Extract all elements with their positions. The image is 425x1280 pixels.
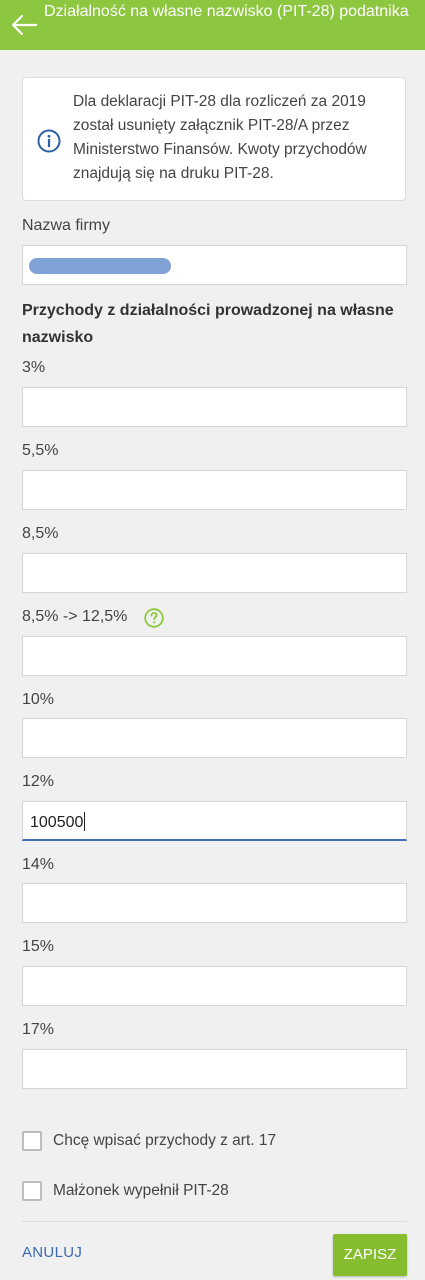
rate-label-17: 17% xyxy=(22,1021,55,1038)
save-button[interactable]: ZAPISZ xyxy=(333,1234,407,1276)
rate-label-8-5-12-5: 8,5% -> 12,5% xyxy=(22,608,128,625)
info-text: Dla deklaracji PIT-28 dla rozliczeń za 2… xyxy=(73,93,367,182)
company-name-label: Nazwa firmy xyxy=(22,217,111,234)
spouse-checkbox-label[interactable]: Małżonek wypełnił PIT-28 xyxy=(53,1182,229,1200)
help-icon[interactable] xyxy=(144,608,164,628)
divider xyxy=(22,1221,407,1222)
rate-input-3[interactable] xyxy=(22,387,407,427)
text-caret xyxy=(84,812,86,831)
info-icon xyxy=(37,129,61,153)
rate-label-14: 14% xyxy=(22,856,55,873)
redacted-value xyxy=(29,258,171,274)
rate-input-12[interactable]: 100500 xyxy=(22,801,407,841)
rate-input-14[interactable] xyxy=(22,883,407,923)
rate-input-10[interactable] xyxy=(22,718,407,758)
info-box: Dla deklaracji PIT-28 dla rozliczeń za 2… xyxy=(22,77,406,201)
app-bar: Działalność na własne nazwisko (PIT-28) … xyxy=(0,0,425,50)
rate-label-12: 12% xyxy=(22,773,55,790)
company-name-field[interactable] xyxy=(22,245,407,285)
rate-label-15: 15% xyxy=(22,938,55,955)
back-arrow-icon[interactable] xyxy=(10,13,38,37)
rate-label-10: 10% xyxy=(22,691,55,708)
rate-label-5-5: 5,5% xyxy=(22,442,59,459)
page-title: Działalność na własne nazwisko (PIT-28) … xyxy=(44,3,409,20)
spouse-checkbox[interactable] xyxy=(22,1181,42,1201)
rate-input-5-5[interactable] xyxy=(22,470,407,510)
rate-label-8-5: 8,5% xyxy=(22,525,59,542)
rate-input-8-5-12-5[interactable] xyxy=(22,636,407,676)
rate-input-15[interactable] xyxy=(22,966,407,1006)
rate-input-17[interactable] xyxy=(22,1049,407,1089)
section-title: Przychody z działalności prowadzonej na … xyxy=(22,302,394,346)
rate-input-8-5[interactable] xyxy=(22,553,407,593)
rate-label-3: 3% xyxy=(22,359,46,376)
art17-checkbox-label[interactable]: Chcę wpisać przychody z art. 17 xyxy=(53,1132,276,1150)
art17-checkbox[interactable] xyxy=(22,1131,42,1151)
cancel-button[interactable]: ANULUJ xyxy=(22,1244,82,1261)
